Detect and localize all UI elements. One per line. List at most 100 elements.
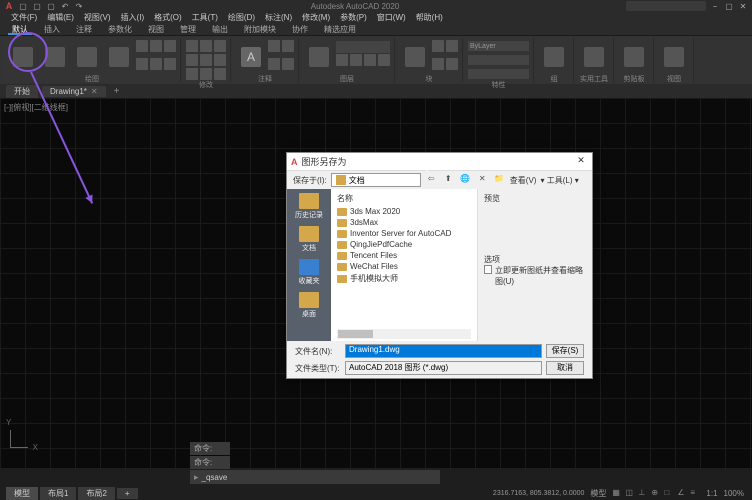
place-documents[interactable]: 文档 <box>291 226 327 253</box>
modify-tool-icon[interactable] <box>200 54 212 66</box>
layer-dropdown[interactable] <box>336 41 390 53</box>
grid-toggle-icon[interactable]: ▦ <box>612 488 622 498</box>
folder-item[interactable]: 3dsMax <box>337 217 471 228</box>
undo-icon[interactable]: ↶ <box>60 1 70 11</box>
close-tab-icon[interactable]: ✕ <box>91 87 98 96</box>
redo-icon[interactable]: ↷ <box>74 1 84 11</box>
ribbon-tab-default[interactable]: 默认 <box>8 24 32 35</box>
minimize-icon[interactable]: − <box>710 1 720 11</box>
block-insert-button[interactable] <box>400 40 430 74</box>
dim-tool-icon[interactable] <box>282 40 294 52</box>
menu-window[interactable]: 窗口(W) <box>374 12 409 24</box>
new-icon[interactable]: ▢ <box>18 1 28 11</box>
up-button[interactable]: ⬆ <box>442 174 455 187</box>
view-button[interactable] <box>659 40 689 74</box>
delete-button[interactable]: ✕ <box>476 174 489 187</box>
text-button[interactable]: A <box>236 40 266 74</box>
snap-toggle-icon[interactable]: ◫ <box>625 488 635 498</box>
line-button[interactable] <box>8 40 38 74</box>
group-button[interactable] <box>539 40 569 74</box>
polar-toggle-icon[interactable]: ⊕ <box>651 488 661 498</box>
place-history[interactable]: 历史记录 <box>291 193 327 220</box>
draw-tool-icon[interactable] <box>150 58 162 70</box>
layer-tool-icon[interactable] <box>364 54 376 66</box>
modify-tool-icon[interactable] <box>200 40 212 52</box>
menu-file[interactable]: 文件(F) <box>8 12 40 24</box>
menu-insert[interactable]: 插入(I) <box>118 12 148 24</box>
maximize-icon[interactable]: ▢ <box>724 1 734 11</box>
ribbon-tab-view[interactable]: 视图 <box>144 24 168 35</box>
menu-dim[interactable]: 标注(N) <box>262 12 295 24</box>
back-button[interactable]: ⇦ <box>425 174 438 187</box>
zoom-display[interactable]: 100% <box>724 489 744 498</box>
ribbon-tab-output[interactable]: 输出 <box>208 24 232 35</box>
file-list-header[interactable]: 名称 <box>337 193 471 204</box>
menu-draw[interactable]: 绘图(D) <box>225 12 258 24</box>
layer-props-button[interactable] <box>304 40 334 74</box>
folder-item[interactable]: Inventor Server for AutoCAD <box>337 228 471 239</box>
draw-tool-icon[interactable] <box>136 40 148 52</box>
add-tab-button[interactable]: + <box>110 86 124 97</box>
model-tab[interactable]: 模型 <box>6 487 38 500</box>
modify-tool-icon[interactable] <box>214 40 226 52</box>
otrack-toggle-icon[interactable]: ∠ <box>677 488 687 498</box>
modify-tool-icon[interactable] <box>214 68 226 80</box>
layout2-tab[interactable]: 布局2 <box>78 487 114 500</box>
dialog-titlebar[interactable]: A 图形另存为 ✕ <box>287 153 592 171</box>
add-layout-button[interactable]: + <box>117 488 138 499</box>
block-tool-icon[interactable] <box>432 58 444 70</box>
menu-format[interactable]: 格式(O) <box>151 12 185 24</box>
modify-tool-icon[interactable] <box>186 68 198 80</box>
linetype-dropdown[interactable] <box>468 55 529 65</box>
dim-tool-icon[interactable] <box>268 58 280 70</box>
polyline-button[interactable] <box>40 40 70 74</box>
coords-display[interactable]: 2316.7163, 805.3812, 0.0000 <box>493 490 584 497</box>
menu-view[interactable]: 视图(V) <box>81 12 114 24</box>
folder-item[interactable]: WeChat Files <box>337 261 471 272</box>
checkbox[interactable] <box>484 265 492 274</box>
lineweight-toggle-icon[interactable]: ≡ <box>690 488 700 498</box>
menu-edit[interactable]: 编辑(E) <box>44 12 77 24</box>
circle-button[interactable] <box>72 40 102 74</box>
place-desktop[interactable]: 桌面 <box>291 292 327 319</box>
save-icon[interactable]: ▢ <box>46 1 56 11</box>
dialog-close-button[interactable]: ✕ <box>574 155 588 169</box>
new-folder-button[interactable]: 📁 <box>493 174 506 187</box>
color-dropdown[interactable]: ByLayer <box>468 41 529 51</box>
menu-tools[interactable]: 工具(T) <box>189 12 221 24</box>
folder-item[interactable]: 3ds Max 2020 <box>337 206 471 217</box>
filetype-dropdown[interactable]: AutoCAD 2018 图形 (*.dwg) <box>345 361 542 375</box>
file-list[interactable]: 名称 3ds Max 2020 3dsMax Inventor Server f… <box>331 189 477 341</box>
search-input[interactable] <box>626 1 706 11</box>
menu-param[interactable]: 参数(P) <box>337 12 370 24</box>
model-space-toggle[interactable]: 模型 <box>590 488 606 499</box>
save-button[interactable]: 保存(S) <box>546 344 584 358</box>
modify-tool-icon[interactable] <box>214 54 226 66</box>
folder-item[interactable]: 手机模拟大师 <box>337 272 471 285</box>
modify-tool-icon[interactable] <box>200 68 212 80</box>
place-favorites[interactable]: 收藏夹 <box>291 259 327 286</box>
measure-button[interactable] <box>579 40 609 74</box>
ribbon-tab-annotate[interactable]: 注释 <box>72 24 96 35</box>
layer-tool-icon[interactable] <box>336 54 348 66</box>
dim-tool-icon[interactable] <box>282 58 294 70</box>
app-icon[interactable]: A <box>4 1 14 11</box>
lineweight-dropdown[interactable] <box>468 69 529 79</box>
viewport-label[interactable]: [-][俯视][二维线框] <box>4 102 68 113</box>
tools-menu[interactable]: ▾ 工具(L) ▾ <box>540 175 578 186</box>
ribbon-tab-insert[interactable]: 插入 <box>40 24 64 35</box>
osnap-toggle-icon[interactable]: □ <box>664 488 674 498</box>
menu-modify[interactable]: 修改(M) <box>299 12 333 24</box>
layout1-tab[interactable]: 布局1 <box>40 487 76 500</box>
block-tool-icon[interactable] <box>432 40 444 52</box>
ortho-toggle-icon[interactable]: ⊥ <box>638 488 648 498</box>
draw-tool-icon[interactable] <box>164 40 176 52</box>
draw-tool-icon[interactable] <box>164 58 176 70</box>
ribbon-tab-manage[interactable]: 管理 <box>176 24 200 35</box>
ribbon-tab-addins[interactable]: 附加模块 <box>240 24 280 35</box>
folder-item[interactable]: QingJiePdfCache <box>337 239 471 250</box>
layer-tool-icon[interactable] <box>378 54 390 66</box>
folder-item[interactable]: Tencent Files <box>337 250 471 261</box>
paste-button[interactable] <box>619 40 649 74</box>
ribbon-tab-collab[interactable]: 协作 <box>288 24 312 35</box>
